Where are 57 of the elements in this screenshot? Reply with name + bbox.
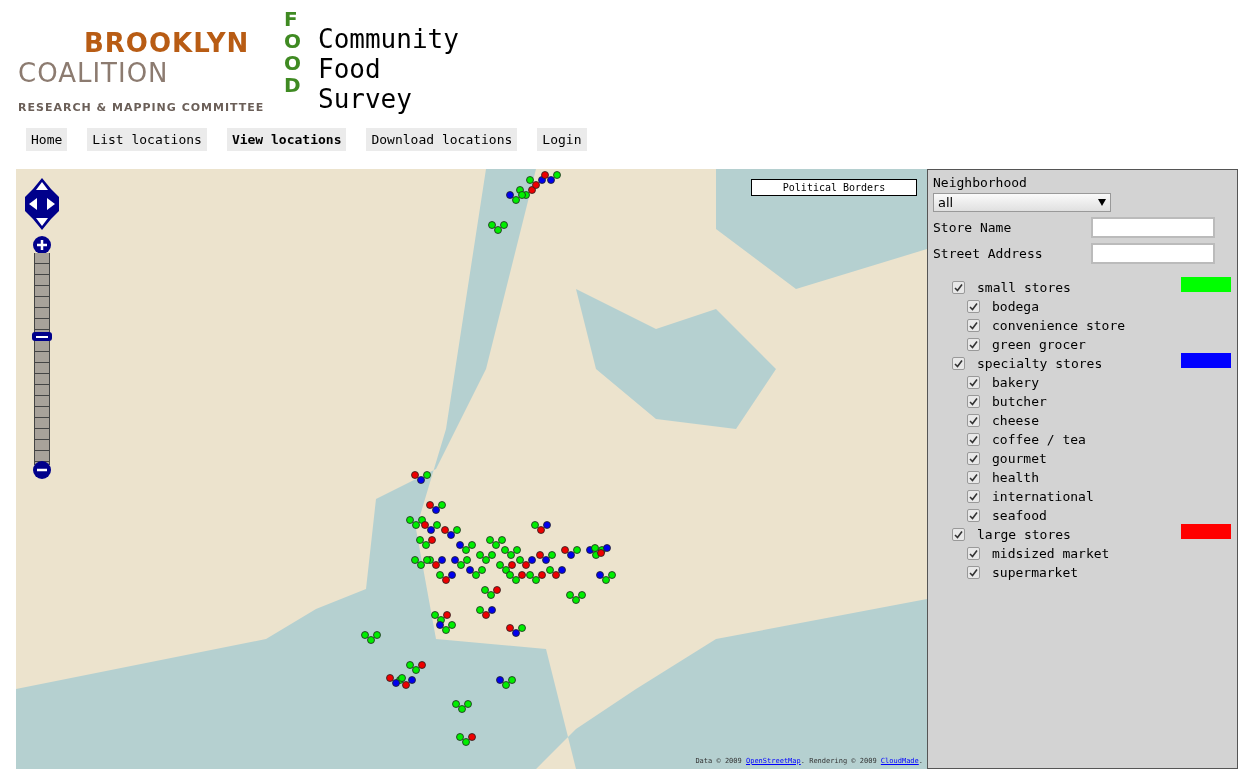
checkbox[interactable] — [967, 376, 980, 389]
checkbox[interactable] — [967, 319, 980, 332]
checkbox[interactable] — [967, 547, 980, 560]
checkbox[interactable] — [952, 281, 965, 294]
checkbox[interactable] — [967, 433, 980, 446]
field-label: Store Name — [933, 218, 1012, 237]
text-input[interactable] — [1091, 243, 1215, 264]
nav-link[interactable]: List locations — [87, 128, 207, 151]
logo-subtitle: RESEARCH & MAPPING COMMITTEE — [18, 100, 265, 116]
pan-control-icon[interactable] — [24, 177, 60, 231]
site-title: Survey — [318, 84, 413, 114]
nav-link[interactable]: View locations — [226, 128, 347, 151]
category-label: small stores — [977, 278, 1072, 297]
checkbox[interactable] — [967, 509, 980, 522]
field-label: Neighborhood — [933, 174, 1028, 192]
checkbox[interactable] — [967, 566, 980, 579]
checkbox[interactable] — [952, 528, 965, 541]
checkbox[interactable] — [967, 300, 980, 313]
subcategory-label: convenience store — [992, 316, 1126, 335]
checkbox[interactable] — [967, 490, 980, 503]
logo-vertical-text: FOOD — [284, 8, 302, 96]
field-label: Street Address — [933, 244, 1043, 263]
site-title: Food — [318, 54, 382, 84]
subcategory-label: seafood — [992, 506, 1047, 525]
subcategory-label: cheese — [992, 411, 1039, 430]
subcategory-label: coffee / tea — [992, 430, 1086, 449]
nav-link[interactable]: Download locations — [366, 128, 518, 151]
checkbox[interactable] — [967, 395, 980, 408]
subcategory-label: butcher — [992, 392, 1047, 411]
zoom-out-button[interactable] — [33, 461, 51, 479]
logo-text: BROOKLYN — [84, 28, 251, 58]
subcategory-label: international — [992, 487, 1094, 506]
checkbox[interactable] — [952, 357, 965, 370]
category-label: specialty stores — [977, 354, 1104, 373]
zoom-slider-thumb[interactable] — [32, 332, 52, 341]
dropdown-caret-icon — [1098, 199, 1106, 206]
subcategory-label: bodega — [992, 297, 1039, 316]
category-label: large stores — [977, 525, 1072, 544]
neighborhood-select[interactable]: all — [933, 193, 1111, 212]
layer-toggle-button[interactable]: Political Borders — [751, 179, 917, 196]
subcategory-label: midsized market — [992, 544, 1110, 563]
subcategory-label: bakery — [992, 373, 1039, 392]
subcategory-label: health — [992, 468, 1039, 487]
checkbox[interactable] — [967, 414, 980, 427]
subcategory-label: green grocer — [992, 335, 1086, 354]
nav-link[interactable]: Login — [537, 128, 587, 151]
zoom-in-button[interactable] — [33, 236, 51, 254]
nav-link[interactable]: Home — [26, 128, 68, 151]
subcategory-label: supermarket — [992, 563, 1079, 582]
checkbox[interactable] — [967, 452, 980, 465]
site-title: Community — [318, 24, 459, 54]
logo-text: COALITION — [18, 58, 170, 88]
checkbox[interactable] — [967, 338, 980, 351]
subcategory-label: gourmet — [992, 449, 1047, 468]
checkbox[interactable] — [967, 471, 980, 484]
plus-icon — [37, 240, 47, 250]
text-input[interactable] — [1091, 217, 1215, 238]
